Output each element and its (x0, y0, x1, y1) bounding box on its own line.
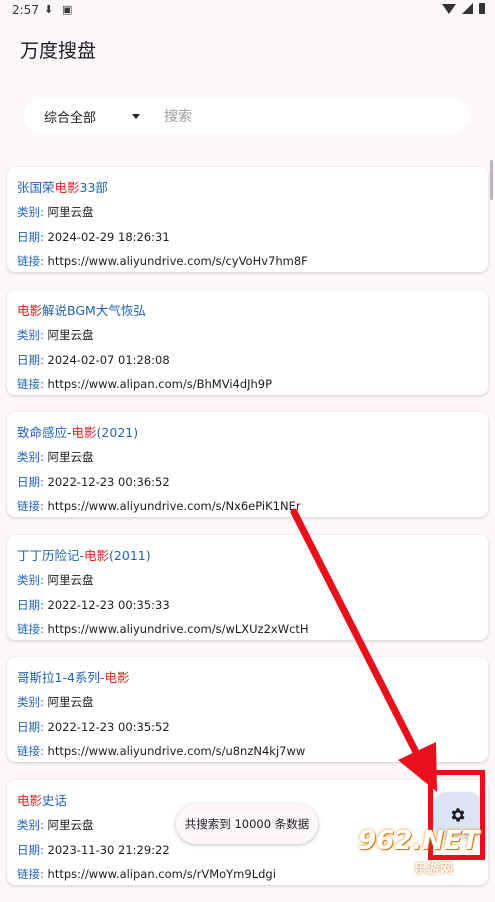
result-type-label: 类别: (17, 450, 44, 464)
result-type-row: 类别: 阿里云盘 (17, 572, 94, 588)
result-link-label: 链接: (17, 499, 44, 513)
result-date-value: 2022-12-23 00:35:52 (47, 720, 170, 734)
title-text: 33部 (79, 180, 108, 195)
result-card[interactable]: 张国荣电影33部 类别: 阿里云盘 日期: 2024-02-29 18:26:31 链… (7, 167, 488, 272)
result-date-value: 2022-12-23 00:36:52 (47, 475, 170, 489)
result-link-value[interactable]: https://www.aliyundrive.com/s/Nx6ePiK1NE… (48, 499, 301, 513)
title-text: (2011) (109, 547, 151, 563)
results-list: 张国荣电影33部 类别: 阿里云盘 日期: 2024-02-29 18:26:31 链… (7, 167, 488, 902)
result-link-value[interactable]: https://www.aliyundrive.com/s/cyVoHv7hm8… (48, 254, 308, 268)
title-keyword-highlight: 电影 (104, 670, 130, 685)
result-link-label: 链接: (17, 866, 44, 881)
result-type-label: 类别: (17, 572, 44, 587)
result-date-label: 日期: (17, 230, 44, 244)
title-keyword-highlight: 电影 (71, 425, 97, 440)
result-date-value: 2023-11-30 21:29:22 (47, 842, 170, 857)
result-title[interactable]: 电影史话 (17, 790, 67, 809)
title-text: 丁丁历险记- (17, 547, 85, 563)
result-type-value: 阿里云盘 (47, 327, 94, 342)
result-title[interactable]: 电影解说BGM大气恢弘 (17, 300, 146, 319)
result-date-label: 日期: (17, 720, 44, 734)
result-date-row: 日期: 2022-12-23 00:35:33 (17, 597, 170, 613)
app-title: 万度搜盘 (20, 40, 97, 62)
result-type-value: 阿里云盘 (47, 817, 94, 832)
battery-icon (479, 3, 485, 14)
result-type-value: 阿里云盘 (47, 450, 94, 464)
result-link-value[interactable]: https://www.aliyundrive.com/s/u8nzN4kj7w… (48, 744, 306, 758)
title-text: 张国荣 (17, 180, 55, 195)
title-keyword-highlight: 电影 (17, 302, 43, 318)
scrollbar[interactable] (490, 160, 493, 200)
result-link-label: 链接: (17, 621, 44, 636)
result-link-row[interactable]: 链接: https://www.aliyundrive.com/s/Nx6ePi… (17, 498, 301, 514)
result-card[interactable]: 致命感应-电影(2021) 类别: 阿里云盘 日期: 2022-12-23 00:3… (7, 412, 488, 517)
result-link-value[interactable]: https://www.aliyundrive.com/s/wLXUz2xWct… (48, 622, 309, 636)
result-date-row: 日期: 2022-12-23 00:36:52 (17, 474, 170, 490)
result-link-row[interactable]: 链接: https://www.aliyundrive.com/s/cyVoHv… (17, 253, 308, 269)
result-card[interactable]: 丁丁历险记-电影(2011) 类别: 阿里云盘 日期: 2022-12-23 00:… (7, 534, 488, 640)
result-type-label: 类别: (17, 205, 44, 219)
title-keyword-highlight: 电影 (84, 547, 110, 563)
result-link-row[interactable]: 链接: https://www.alipan.com/s/rVMoYm9Ldgi (17, 866, 276, 882)
result-count-toast: 共搜索到 10000 条数据 (176, 804, 318, 844)
signal-icon (462, 3, 473, 14)
result-link-row[interactable]: 链接: https://www.aliyundrive.com/s/u8nzN4… (17, 743, 305, 759)
result-date-value: 2024-02-07 01:28:08 (47, 352, 170, 367)
gear-icon (451, 808, 465, 822)
dropdown-arrow-icon[interactable] (132, 114, 140, 119)
result-link-label: 链接: (17, 376, 44, 391)
result-link-row[interactable]: 链接: https://www.alipan.com/s/BhMVi4dJh9P (17, 376, 272, 392)
result-card[interactable]: 哥斯拉1-4系列-电影 类别: 阿里云盘 日期: 2022-12-23 00:35:… (7, 657, 488, 762)
download-icon: ⬇ (44, 3, 54, 16)
result-type-label: 类别: (17, 817, 44, 832)
photo-icon: ▣ (62, 3, 73, 16)
search-input[interactable] (162, 104, 456, 130)
result-date-row: 日期: 2023-11-30 21:29:22 (17, 842, 170, 858)
watermark-subtext: 乐游网 (414, 862, 454, 877)
result-type-value: 阿里云盘 (47, 572, 94, 587)
result-link-label: 链接: (17, 744, 44, 758)
result-date-row: 日期: 2024-02-07 01:28:08 (17, 352, 170, 368)
status-time: 2:57 (12, 3, 39, 17)
result-type-label: 类别: (17, 695, 44, 709)
result-date-row: 日期: 2024-02-29 18:26:31 (17, 229, 170, 245)
result-title[interactable]: 张国荣电影33部 (17, 177, 108, 196)
title-text: 解说BGM大气恢弘 (42, 302, 146, 318)
title-keyword-highlight: 电影 (17, 792, 43, 808)
title-text: (2021) (96, 425, 139, 440)
result-title[interactable]: 致命感应-电影(2021) (17, 422, 138, 441)
result-link-value[interactable]: https://www.alipan.com/s/BhMVi4dJh9P (48, 377, 273, 391)
watermark-logo: 962.NET 乐游网 (358, 826, 492, 880)
result-type-row: 类别: 阿里云盘 (17, 694, 94, 710)
result-title[interactable]: 丁丁历险记-电影(2011) (17, 545, 151, 564)
result-link-row[interactable]: 链接: https://www.aliyundrive.com/s/wLXUz2… (17, 621, 309, 637)
watermark-text: 962.NET (358, 826, 480, 856)
title-text: 致命感应- (17, 425, 72, 440)
search-bar: 综合全部 (24, 98, 470, 134)
result-type-row: 类别: 阿里云盘 (17, 204, 94, 220)
result-title[interactable]: 哥斯拉1-4系列-电影 (17, 667, 129, 686)
result-type-row: 类别: 阿里云盘 (17, 817, 94, 833)
status-bar: 2:57 ⬇ ▣ (0, 0, 495, 22)
result-date-label: 日期: (17, 597, 44, 612)
result-date-value: 2022-12-23 00:35:33 (47, 597, 170, 612)
title-keyword-highlight: 电影 (54, 180, 80, 195)
result-card[interactable]: 电影解说BGM大气恢弘 类别: 阿里云盘 日期: 2024-02-07 01:28:… (7, 289, 488, 395)
result-type-label: 类别: (17, 327, 44, 342)
result-date-label: 日期: (17, 475, 44, 489)
result-date-row: 日期: 2022-12-23 00:35:52 (17, 719, 170, 735)
title-text: 哥斯拉1-4系列- (17, 670, 105, 685)
title-text: 史话 (42, 792, 68, 808)
result-type-row: 类别: 阿里云盘 (17, 449, 94, 465)
result-date-label: 日期: (17, 842, 44, 857)
wifi-icon (442, 3, 456, 14)
result-date-value: 2024-02-29 18:26:31 (47, 230, 170, 244)
result-type-value: 阿里云盘 (47, 205, 94, 219)
result-type-row: 类别: 阿里云盘 (17, 327, 94, 343)
result-link-label: 链接: (17, 254, 44, 268)
result-date-label: 日期: (17, 352, 44, 367)
category-select[interactable]: 综合全部 (44, 107, 96, 126)
result-link-value[interactable]: https://www.alipan.com/s/rVMoYm9Ldgi (48, 867, 276, 881)
result-type-value: 阿里云盘 (47, 695, 94, 709)
